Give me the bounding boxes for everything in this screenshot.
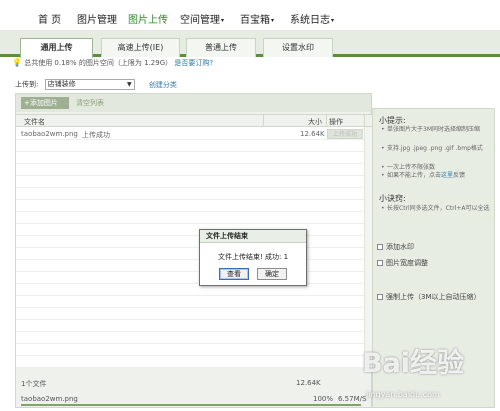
upload-destination: 上传到: 店铺装修 ▼ 创建分类 (15, 79, 177, 90)
progress-filename: taobao2wm.png (21, 395, 78, 403)
tip-suffix: 反馈 (453, 172, 466, 179)
watermark-brand: Bai经验 (362, 348, 465, 379)
tip-item: 支持.jpg .jpeg .png .gif .bmp格式 (381, 145, 491, 153)
chevron-down-icon: ▾ (331, 17, 335, 24)
category-select[interactable]: 店铺装修 ▼ (44, 79, 135, 90)
nav-image-upload[interactable]: 图片上传 (128, 11, 168, 26)
col-operation: 操作 (329, 118, 343, 126)
tab-general-upload[interactable]: 通用上传 (20, 38, 93, 58)
file-count: 1个文件 (21, 380, 47, 388)
category-select-value: 店铺装修 (47, 80, 76, 88)
tips-title: 小提示: (379, 116, 406, 125)
col-filename: 文件名 (24, 118, 45, 126)
chevron-down-icon: ▾ (271, 17, 275, 24)
upload-progress: taobao2wm.png 100% 6.57M/S (16, 392, 371, 406)
create-category-link[interactable]: 创建分类 (149, 81, 177, 89)
progress-bar-fill (21, 404, 361, 406)
option-label: 添加水印 (386, 243, 414, 251)
quota-text: 总共使用 0.18% 的图片空间（上限为 1.29G） (24, 59, 173, 67)
feedback-link[interactable]: 这里 (441, 172, 453, 179)
upload-summary: 1个文件 12.64K (16, 376, 371, 390)
resize-option[interactable]: 图片宽度调整 (377, 258, 428, 268)
ok-button[interactable]: 确定 (257, 268, 287, 280)
nav-system-log-label: 系统日志 (290, 15, 330, 26)
progress-bar (21, 404, 361, 406)
table-row[interactable]: taobao2wm.png 上传成功 12.64K 上传成功 (16, 128, 373, 140)
quota-info: 💡 总共使用 0.18% 的图片空间（上限为 1.29G） 是否要订购? (12, 58, 213, 68)
file-name: taobao2wm.png (21, 130, 78, 138)
add-image-button[interactable]: +添加图片 (21, 97, 69, 109)
col-divider (364, 115, 365, 127)
order-link[interactable]: 是否要订购? (174, 59, 213, 67)
clear-list-button[interactable]: 清空列表 (76, 98, 104, 108)
nav-space-management[interactable]: 空间管理▾ (180, 11, 224, 26)
tricks-title: 小诀窍: (379, 194, 406, 203)
checkbox[interactable] (377, 294, 383, 300)
checkbox[interactable] (377, 260, 383, 266)
tab-normal-upload[interactable]: 普通上传 (186, 38, 256, 57)
watermark-url: jingyan.baidu.com (366, 390, 440, 399)
trick-item: 长按Ctrl同多选文件，Ctrl+A可以全选 (381, 205, 491, 213)
top-navigation: 首 页 图片管理 图片上传 空间管理▾ 百宝箱▾ 系统日志▾ (0, 0, 500, 31)
force-upload-option[interactable]: 强制上传（3M以上自动压缩） (377, 292, 481, 302)
nav-toolbox[interactable]: 百宝箱▾ (240, 11, 274, 26)
nav-image-management[interactable]: 图片管理 (77, 11, 117, 26)
dialog-message: 文件上传结束! 成功: 1 (217, 253, 289, 261)
chevron-down-icon: ▾ (221, 17, 225, 24)
panel-toolbar: +添加图片 清空列表 (16, 94, 371, 112)
add-image-label: 添加图片 (29, 99, 58, 107)
file-status: 上传成功 (82, 131, 110, 139)
col-size: 大小 (308, 118, 322, 126)
watermark-option[interactable]: 添加水印 (377, 242, 414, 252)
file-operation-button[interactable]: 上传成功 (327, 129, 363, 139)
dropdown-arrow-icon: ▼ (126, 81, 132, 88)
option-label: 强制上传（3M以上自动压缩） (386, 293, 481, 301)
tab-fast-upload[interactable]: 高速上传(IE) (101, 38, 180, 57)
tip-item: 如果不能上传，点击这里反馈 (381, 172, 491, 180)
checkbox[interactable] (377, 244, 383, 250)
upload-panel: +添加图片 清空列表 文件名 大小 操作 taobao2wm.png 上传成功 … (15, 93, 373, 408)
tip-item: 一次上传不限张数 (381, 164, 491, 172)
tip-item: 单张图片大于3M同时选择缩制压缩 (381, 126, 491, 134)
nav-space-management-label: 空间管理 (180, 15, 220, 26)
progress-percent: 100% (313, 395, 334, 403)
nav-system-log[interactable]: 系统日志▾ (290, 11, 334, 26)
grid-rows-background (16, 128, 373, 368)
baidu-jingyan-watermark: Bai经验 jingyan.baidu.com (360, 335, 498, 407)
nav-home[interactable]: 首 页 (38, 11, 61, 26)
tab-watermark-settings[interactable]: 设置水印 (263, 38, 333, 57)
grid-header: 文件名 大小 操作 (16, 115, 373, 127)
col-divider (326, 115, 327, 127)
dialog-title: 文件上传结束 (200, 230, 306, 243)
view-button[interactable]: 查看 (219, 268, 249, 280)
upload-tabs: 通用上传 高速上传(IE) 普通上传 设置水印 (0, 31, 500, 58)
upload-complete-dialog: 文件上传结束 文件上传结束! 成功: 1 查看 确定 (199, 229, 307, 286)
file-grid: 文件名 大小 操作 taobao2wm.png 上传成功 12.64K 上传成功 (16, 114, 373, 369)
destination-label: 上传到: (15, 80, 39, 89)
tip-text: 如果不能上传，点击 (387, 172, 442, 179)
lightbulb-icon: 💡 (12, 58, 22, 67)
total-size: 12.64K (296, 379, 321, 387)
nav-toolbox-label: 百宝箱 (240, 15, 270, 26)
option-label: 图片宽度调整 (386, 259, 428, 267)
col-divider (263, 115, 264, 127)
file-size: 12.64K (300, 130, 325, 138)
